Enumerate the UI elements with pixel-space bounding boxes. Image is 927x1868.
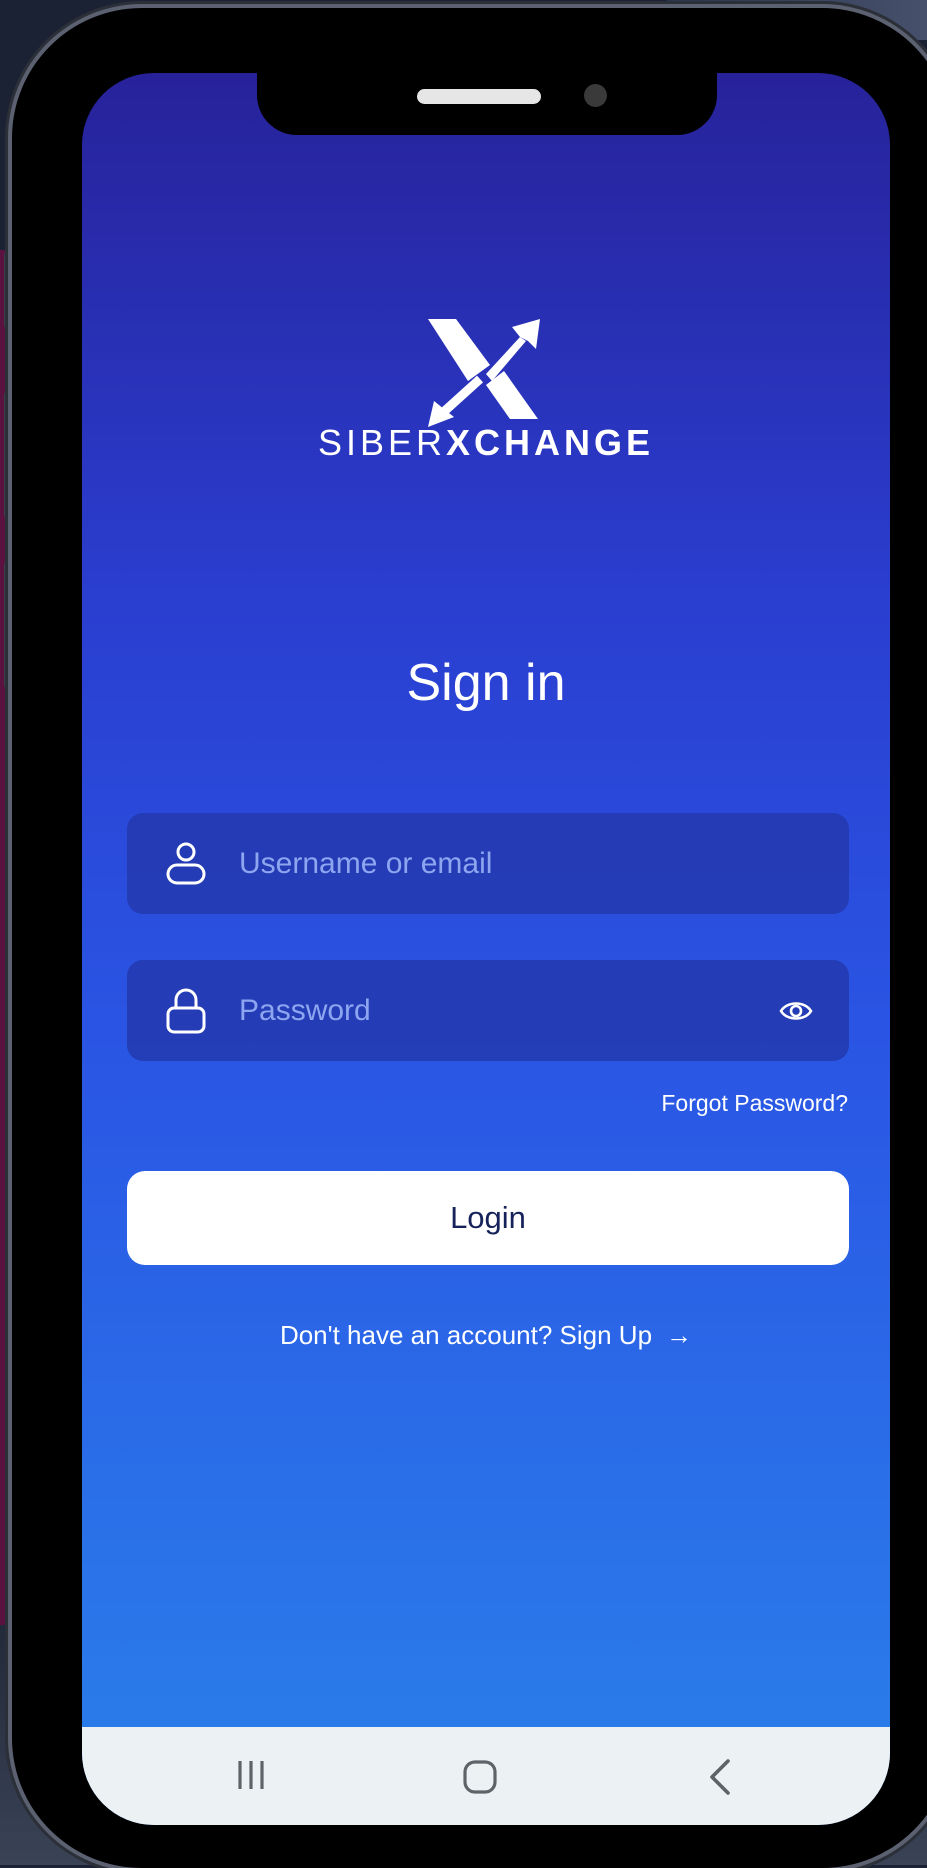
password-input[interactable] bbox=[239, 960, 759, 1061]
home-icon[interactable] bbox=[462, 1759, 498, 1795]
forgot-password-link[interactable]: Forgot Password? bbox=[661, 1090, 848, 1117]
password-field[interactable] bbox=[127, 960, 849, 1061]
login-button[interactable]: Login bbox=[127, 1171, 849, 1265]
back-icon[interactable] bbox=[702, 1757, 738, 1797]
recent-apps-icon[interactable] bbox=[232, 1755, 272, 1795]
brand-name-light: SIBER bbox=[317, 422, 446, 463]
eye-icon[interactable] bbox=[779, 994, 813, 1028]
signup-link[interactable]: Don't have an account? Sign Up → bbox=[82, 1320, 890, 1351]
brand-name-bold: XCHANGE bbox=[446, 422, 655, 463]
siberxchange-x-logo-icon bbox=[428, 319, 540, 427]
page-title: Sign in bbox=[406, 654, 566, 712]
brand-wordmark: SIBERXCHANGE bbox=[82, 423, 890, 463]
app-screen: SIBERXCHANGE Sign in Forgot Password? Lo… bbox=[82, 73, 890, 1825]
system-navigation-bar bbox=[82, 1727, 890, 1825]
username-input[interactable] bbox=[239, 813, 759, 914]
lock-icon bbox=[166, 988, 206, 1034]
phone-frame: SIBERXCHANGE Sign in Forgot Password? Lo… bbox=[12, 8, 927, 1868]
username-field[interactable] bbox=[127, 813, 849, 914]
speaker-grille bbox=[417, 89, 541, 104]
signup-prompt-text[interactable]: Don't have an account? Sign Up bbox=[280, 1320, 652, 1350]
arrow-right-icon: → bbox=[666, 1320, 693, 1350]
notch bbox=[257, 73, 717, 135]
front-camera bbox=[584, 84, 607, 107]
user-icon bbox=[166, 842, 206, 885]
